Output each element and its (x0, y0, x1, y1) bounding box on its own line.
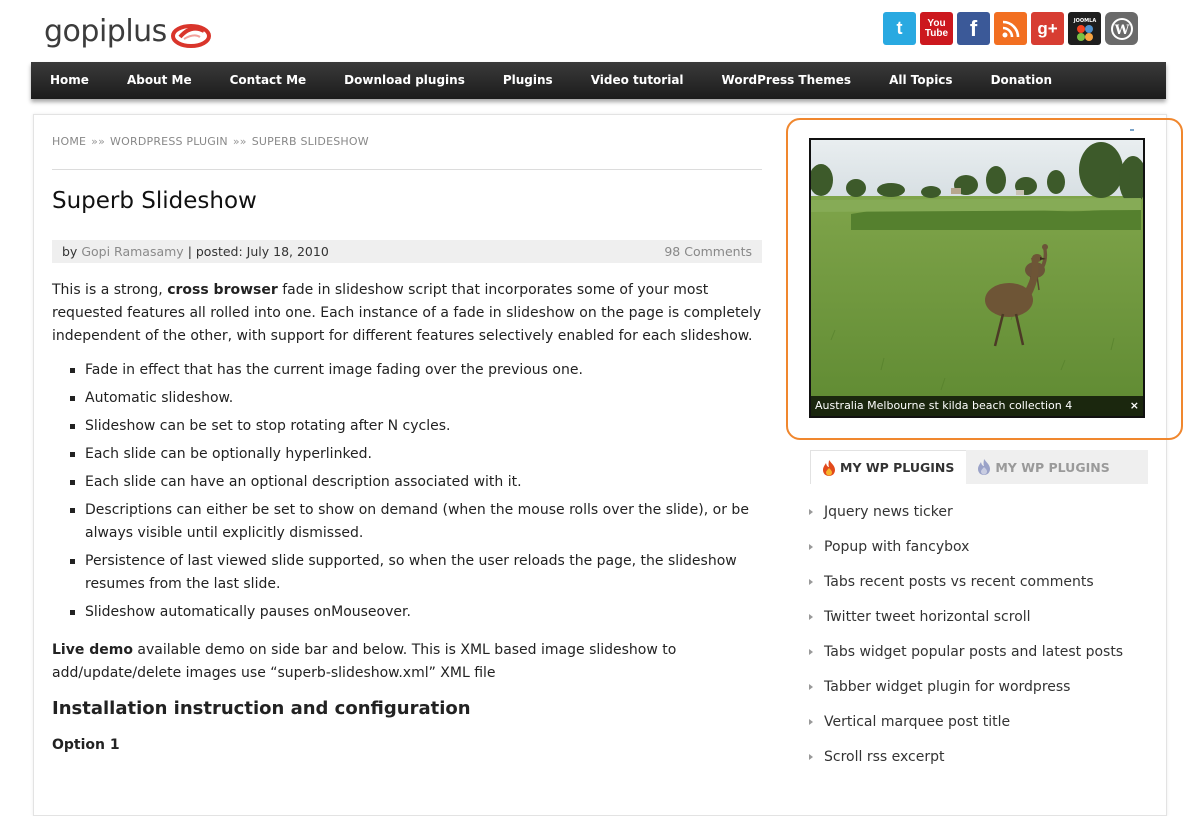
intro-paragraph: This is a strong, cross browser fade in … (52, 279, 767, 348)
sidebar-tabs: MY WP PLUGINS MY WP PLUGINS (810, 450, 1148, 484)
wordpress-glyph: W (1110, 17, 1133, 40)
google-plus-icon[interactable]: g+ (1031, 12, 1064, 45)
meta-by: by (62, 244, 78, 259)
bullet-arrow-icon (809, 509, 813, 515)
list-item: Jquery news ticker (808, 500, 1168, 535)
bullet-arrow-icon (809, 649, 813, 655)
divider (52, 169, 762, 170)
list-item: Fade in effect that has the current imag… (52, 359, 767, 382)
nav-plugins[interactable]: Plugins (484, 62, 572, 99)
post-title: Superb Slideshow (52, 188, 257, 214)
list-item: Tabs recent posts vs recent comments (808, 570, 1168, 605)
slide-caption: Australia Melbourne st kilda beach colle… (811, 396, 1143, 416)
list-item: Slideshow automatically pauses onMouseov… (52, 601, 767, 624)
breadcrumb-separator: »» (91, 135, 106, 148)
list-item: Scroll rss excerpt (808, 745, 1168, 780)
list-item: Each slide can be optionally hyperlinked… (52, 443, 767, 466)
demo-paragraph: Live demo available demo on side bar and… (52, 639, 767, 685)
bullet-arrow-icon (809, 579, 813, 585)
youtube-text-bottom: Tube (924, 27, 949, 39)
nav-about-me[interactable]: About Me (108, 62, 211, 99)
author-link[interactable]: Gopi Ramasamy (81, 244, 183, 259)
list-item: Twitter tweet horizontal scroll (808, 605, 1168, 640)
list-item: Automatic slideshow. (52, 387, 767, 410)
joomla-glyph: JOOMLA (1072, 18, 1096, 41)
bullet-arrow-icon (809, 719, 813, 725)
meta-posted-date: | posted: July 18, 2010 (187, 244, 329, 259)
joomla-icon[interactable]: JOOMLA (1068, 12, 1101, 45)
youtube-icon[interactable]: You Tube (920, 12, 953, 45)
flame-icon (823, 459, 835, 476)
demo-bold: Live demo (52, 642, 133, 658)
youtube-text-top: You (927, 17, 946, 29)
post-meta-bar: by Gopi Ramasamy | posted: July 18, 2010… (52, 240, 762, 263)
nav-donation[interactable]: Donation (972, 62, 1071, 99)
logo-text: gopiplus (44, 13, 167, 49)
tab-label: MY WP PLUGINS (995, 459, 1110, 475)
rss-glyph (1002, 20, 1019, 37)
breadcrumb: HOME »» WORDPRESS PLUGIN »» SUPERB SLIDESHOW (52, 135, 369, 148)
list-item: Tabber widget plugin for wordpress (808, 675, 1168, 710)
list-item: Slideshow can be set to stop rotating af… (52, 415, 767, 438)
nav-all-topics[interactable]: All Topics (870, 62, 972, 99)
plugin-link[interactable]: Tabs widget popular posts and latest pos… (824, 644, 1123, 660)
breadcrumb-category[interactable]: WORDPRESS PLUGIN (110, 135, 228, 148)
facebook-icon[interactable]: f (957, 12, 990, 45)
bullet-arrow-icon (809, 754, 813, 760)
logo-swirl-icon (170, 24, 211, 48)
nav-contact-me[interactable]: Contact Me (211, 62, 326, 99)
plugin-link[interactable]: Jquery news ticker (824, 504, 953, 520)
list-item: Persistence of last viewed slide support… (52, 550, 767, 596)
nav-home[interactable]: Home (31, 62, 108, 99)
slide-image (811, 140, 1143, 416)
site-logo[interactable]: gopiplus (44, 10, 212, 52)
rss-icon[interactable] (994, 12, 1027, 45)
intro-bold: cross browser (167, 282, 278, 298)
intro-text-start: This is a strong, (52, 282, 163, 298)
plugin-link[interactable]: Scroll rss excerpt (824, 749, 944, 765)
corner-mark (1130, 129, 1134, 131)
plugin-link[interactable]: Vertical marquee post title (824, 714, 1010, 730)
bullet-arrow-icon (809, 614, 813, 620)
plugin-link[interactable]: Tabber widget plugin for wordpress (824, 679, 1070, 695)
plugin-link[interactable]: Tabs recent posts vs recent comments (824, 574, 1094, 590)
nav-video-tutorial[interactable]: Video tutorial (572, 62, 703, 99)
joomla-label: JOOMLA (1072, 18, 1096, 24)
comments-link[interactable]: 98 Comments (664, 240, 752, 263)
close-icon[interactable]: × (1130, 400, 1139, 411)
breadcrumb-current: SUPERB SLIDESHOW (251, 135, 369, 148)
flame-icon (978, 459, 991, 475)
twitter-icon[interactable]: t (883, 12, 916, 45)
list-item: Each slide can have an optional descript… (52, 471, 767, 494)
tab-my-wp-plugins-active[interactable]: MY WP PLUGINS (810, 450, 967, 484)
list-item: Descriptions can either be set to show o… (52, 499, 767, 545)
breadcrumb-home[interactable]: HOME (52, 135, 86, 148)
tab-my-wp-plugins-inactive[interactable]: MY WP PLUGINS (966, 450, 1121, 484)
main-nav: Home About Me Contact Me Download plugin… (31, 62, 1166, 99)
breadcrumb-separator: »» (232, 135, 247, 148)
wordpress-letter: W (1113, 23, 1129, 38)
list-item: Vertical marquee post title (808, 710, 1168, 745)
list-item: Tabs widget popular posts and latest pos… (808, 640, 1168, 675)
slideshow[interactable]: Australia Melbourne st kilda beach colle… (809, 138, 1145, 418)
social-icons: t You Tube f g+ JOOMLA W (883, 12, 1138, 45)
feature-list: Fade in effect that has the current imag… (52, 359, 767, 629)
nav-wordpress-themes[interactable]: WordPress Themes (703, 62, 871, 99)
tab-label: MY WP PLUGINS (840, 460, 955, 475)
bullet-arrow-icon (809, 684, 813, 690)
option-heading: Option 1 (52, 737, 120, 753)
bullet-arrow-icon (809, 544, 813, 550)
wordpress-icon[interactable]: W (1105, 12, 1138, 45)
list-item: Popup with fancybox (808, 535, 1168, 570)
plugin-list: Jquery news ticker Popup with fancybox T… (808, 500, 1168, 780)
plugin-link[interactable]: Popup with fancybox (824, 539, 969, 555)
demo-text: available demo on side bar and below. Th… (52, 642, 677, 681)
installation-heading: Installation instruction and configurati… (52, 698, 471, 719)
plugin-link[interactable]: Twitter tweet horizontal scroll (824, 609, 1031, 625)
nav-download-plugins[interactable]: Download plugins (325, 62, 484, 99)
